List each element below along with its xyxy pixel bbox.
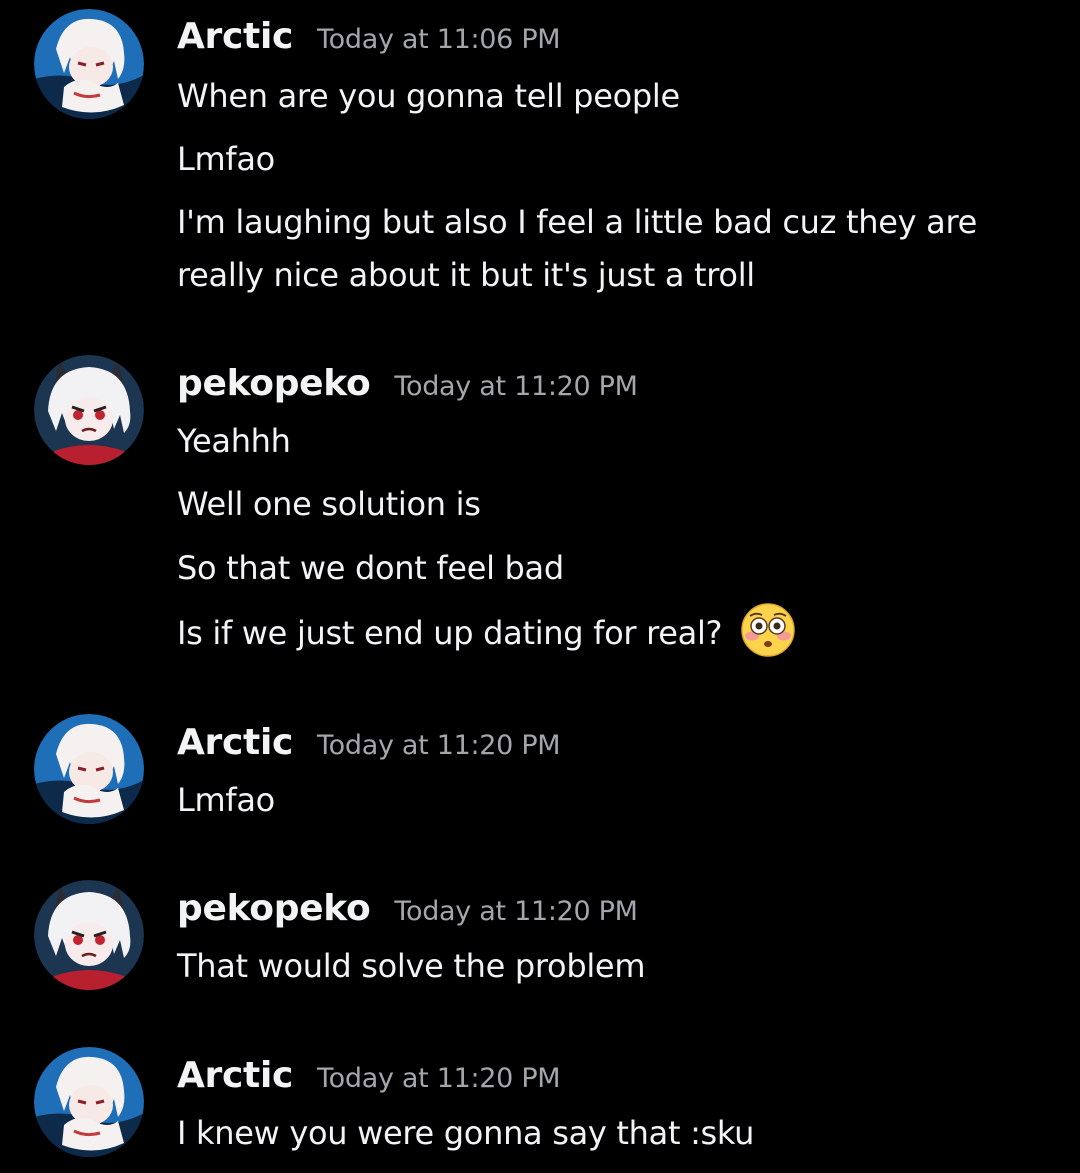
avatar-arctic[interactable] <box>34 9 144 119</box>
message-text: Lmfao <box>177 781 275 819</box>
message-text: That would solve the problem <box>177 947 646 985</box>
avatar-arctic-image <box>34 714 144 824</box>
avatar-pekopeko-image <box>34 355 144 465</box>
message-text: I'm laughing but also I feel a little ba… <box>177 203 977 241</box>
message-text: Is if we just end up dating for real? <box>177 614 723 652</box>
avatar-pekopeko-image <box>34 880 144 990</box>
message-text: So that we dont feel bad <box>177 549 564 587</box>
message-text: Well one solution is <box>177 485 481 523</box>
username[interactable]: pekopeko <box>177 363 371 404</box>
message-header: Arctic Today at 11:20 PM <box>177 722 561 770</box>
timestamp[interactable]: Today at 11:20 PM <box>317 1063 561 1094</box>
avatar-pekopeko[interactable] <box>34 355 144 465</box>
username[interactable]: Arctic <box>177 722 293 763</box>
avatar-arctic-image <box>34 9 144 119</box>
message-text: really nice about it but it's just a tro… <box>177 256 755 294</box>
avatar-arctic[interactable] <box>34 1047 144 1157</box>
avatar-arctic-image <box>34 1047 144 1157</box>
username[interactable]: pekopeko <box>177 888 371 929</box>
timestamp[interactable]: Today at 11:20 PM <box>317 730 561 761</box>
avatar-arctic[interactable] <box>34 714 144 824</box>
message-header: Arctic Today at 11:20 PM <box>177 1055 561 1103</box>
avatar-pekopeko[interactable] <box>34 880 144 990</box>
timestamp[interactable]: Today at 11:06 PM <box>317 24 561 55</box>
timestamp[interactable]: Today at 11:20 PM <box>394 896 638 927</box>
message-text: When are you gonna tell people <box>177 77 680 115</box>
message-header: pekopeko Today at 11:20 PM <box>177 363 638 411</box>
username[interactable]: Arctic <box>177 16 293 57</box>
message-text: I knew you were gonna say that :sku <box>177 1114 755 1152</box>
message-text-with-emoji: Is if we just end up dating for real? <box>177 603 796 658</box>
message-text: Lmfao <box>177 140 275 178</box>
message-header: Arctic Today at 11:06 PM <box>177 16 561 64</box>
username[interactable]: Arctic <box>177 1055 293 1096</box>
flushed-face-emoji-icon[interactable] <box>740 602 796 658</box>
message-text: Yeahhh <box>177 422 291 460</box>
message-header: pekopeko Today at 11:20 PM <box>177 888 638 936</box>
timestamp[interactable]: Today at 11:20 PM <box>394 371 638 402</box>
